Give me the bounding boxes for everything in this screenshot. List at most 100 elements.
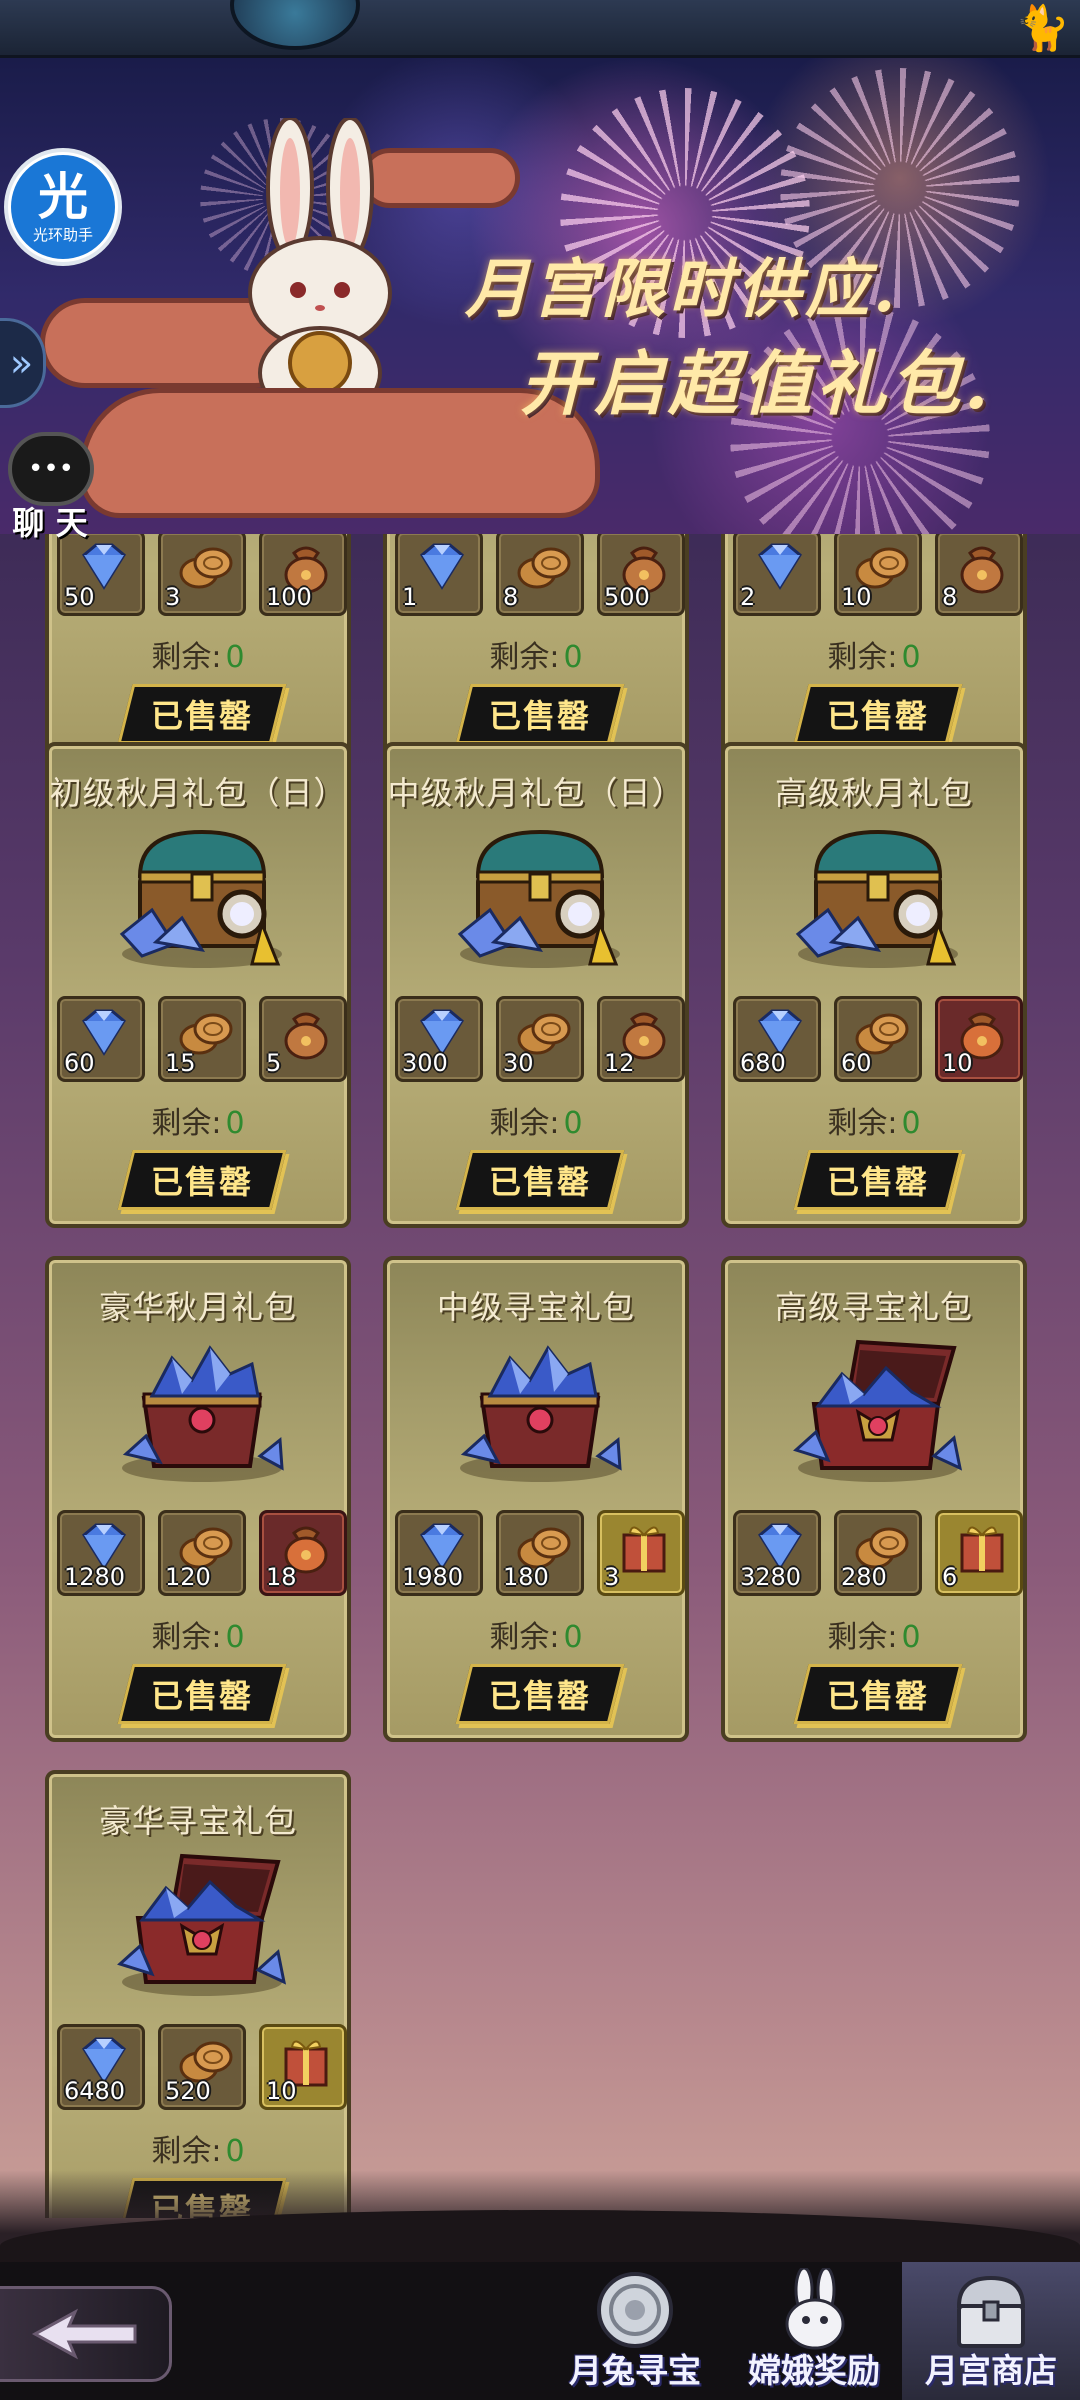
sold-out-button[interactable]: 已售罄 <box>117 1150 287 1210</box>
reward-item[interactable]: 1 <box>395 534 483 616</box>
top-medallion-icon <box>230 0 360 50</box>
moon-medallion-icon <box>595 2268 675 2354</box>
chevron-right-icon: » <box>9 341 34 385</box>
sold-out-button[interactable]: 已售罄 <box>117 1664 287 1724</box>
remaining-value: 0 <box>901 1106 921 1141</box>
gift-pack-card[interactable]: 1 8 500 剩余: 0 已售罄 <box>383 534 689 762</box>
remaining-label: 剩余: <box>151 2134 222 2169</box>
reward-item[interactable]: 3 <box>597 1510 685 1596</box>
reward-count: 180 <box>503 1563 549 1591</box>
reward-count: 10 <box>841 583 872 611</box>
reward-item[interactable]: 3 <box>158 534 246 616</box>
shop-grid[interactable]: 50 3 100 剩余: 0 已售罄 1 8 500 剩余: 0 已售罄 2 10 8 剩余: 0 已售罄 初级秋月… <box>0 534 1080 2218</box>
reward-item[interactable]: 280 <box>834 1510 922 1596</box>
sold-out-label: 已售罄 <box>488 697 591 735</box>
reward-count: 500 <box>604 583 650 611</box>
reward-item[interactable]: 100 <box>259 534 347 616</box>
gift-pack-title: 中级寻宝礼包 <box>436 1288 635 1326</box>
reward-item[interactable]: 500 <box>597 534 685 616</box>
closed-chest-icon <box>788 814 968 974</box>
reward-item[interactable]: 8 <box>935 534 1023 616</box>
sold-out-button[interactable]: 已售罄 <box>793 1150 963 1210</box>
reward-item[interactable]: 520 <box>158 2024 246 2110</box>
top-frame: 🐈 <box>0 0 1080 58</box>
reward-item[interactable]: 12 <box>597 996 685 1082</box>
reward-item[interactable]: 50 <box>57 534 145 616</box>
nav-tab[interactable]: 月宫商店 <box>902 2262 1080 2400</box>
reward-item[interactable]: 15 <box>158 996 246 1082</box>
gift-pack-title: 中级秋月礼包（日） <box>387 774 685 812</box>
reward-item[interactable]: 60 <box>57 996 145 1082</box>
closed-chest-icon <box>450 814 630 974</box>
gift-pack-card[interactable]: 豪华寻宝礼包648052010剩余:0已售罄 <box>45 1770 351 2218</box>
reward-item[interactable]: 300 <box>395 996 483 1082</box>
remaining-label: 剩余: <box>151 1620 222 1655</box>
reward-count: 30 <box>503 1049 534 1077</box>
reward-item[interactable]: 6480 <box>57 2024 145 2110</box>
reward-count: 3 <box>604 1563 620 1591</box>
gift-pack-card[interactable]: 2 10 8 剩余: 0 已售罄 <box>721 534 1027 762</box>
chat-button[interactable]: ••• 聊 天 <box>4 432 96 542</box>
chest-icon <box>951 2268 1031 2354</box>
gift-pack-card[interactable]: 50 3 100 剩余: 0 已售罄 <box>45 534 351 762</box>
rabbit-icon <box>774 2266 854 2354</box>
reward-item[interactable]: 5 <box>259 996 347 1082</box>
gift-pack-card[interactable]: 中级秋月礼包（日） 300 30 12 剩余: 0 已售罄 <box>383 742 689 1228</box>
gift-pack-card[interactable]: 豪华秋月礼包 1280 120 18 剩余: 0 已售罄 <box>45 1256 351 1742</box>
remaining-value: 0 <box>901 640 921 675</box>
sold-out-label: 已售罄 <box>826 697 929 735</box>
closed-chest-icon <box>112 814 292 974</box>
reward-item[interactable]: 10 <box>834 534 922 616</box>
reward-item[interactable]: 10 <box>935 996 1023 1082</box>
gift-pack-title: 豪华秋月礼包 <box>98 1288 297 1326</box>
reward-items: 2 10 8 <box>733 534 1023 616</box>
reward-count: 8 <box>503 583 519 611</box>
reward-item[interactable]: 1980 <box>395 1510 483 1596</box>
reward-item[interactable]: 6 <box>935 1510 1023 1596</box>
reward-count: 10 <box>942 1049 973 1077</box>
remaining-value: 0 <box>225 640 245 675</box>
reward-item[interactable]: 1280 <box>57 1510 145 1596</box>
sold-out-label: 已售罄 <box>150 1163 253 1201</box>
gift-pack-title: 豪华寻宝礼包 <box>98 1802 297 1840</box>
event-banner: 月宫限时供应. 开启超值礼包. <box>0 58 1080 534</box>
gift-pack-card[interactable]: 高级寻宝礼包 3280 280 6 剩余: 0 已售罄 <box>721 1256 1027 1742</box>
reward-item[interactable]: 680 <box>733 996 821 1082</box>
bag-icon <box>276 1005 336 1061</box>
back-button[interactable] <box>0 2286 172 2382</box>
remaining-value: 0 <box>225 2134 245 2169</box>
rabbit-mascot-icon <box>248 118 392 418</box>
remaining-stock: 剩余: 0 <box>387 1612 685 1656</box>
assistant-button[interactable]: 光 光环助手 <box>4 148 122 266</box>
reward-item[interactable]: 10 <box>259 2024 347 2110</box>
gift-pack-card[interactable]: 中级寻宝礼包 1980 180 3 剩余: 0 已售罄 <box>383 1256 689 1742</box>
reward-item[interactable]: 180 <box>496 1510 584 1596</box>
remaining-stock: 剩余: 0 <box>49 632 347 676</box>
sold-out-button[interactable]: 已售罄 <box>117 684 287 744</box>
sold-out-button[interactable]: 已售罄 <box>793 684 963 744</box>
reward-item[interactable]: 18 <box>259 1510 347 1596</box>
reward-item[interactable]: 3280 <box>733 1510 821 1596</box>
open-chest-icon <box>112 1842 292 2002</box>
remaining-stock: 剩余: 0 <box>49 1098 347 1142</box>
reward-item[interactable]: 60 <box>834 996 922 1082</box>
sold-out-button[interactable]: 已售罄 <box>793 1664 963 1724</box>
gift-pack-card[interactable]: 高级秋月礼包 680 60 10 剩余: 0 已售罄 <box>721 742 1027 1228</box>
gift-pack-title: 高级秋月礼包 <box>774 774 973 812</box>
reward-item[interactable]: 2 <box>733 534 821 616</box>
remaining-label: 剩余: <box>827 1106 898 1141</box>
sold-out-button[interactable]: 已售罄 <box>455 1150 625 1210</box>
reward-item[interactable]: 30 <box>496 996 584 1082</box>
reward-item[interactable]: 8 <box>496 534 584 616</box>
reward-count: 50 <box>64 583 95 611</box>
nav-tab[interactable]: 嫦娥奖励 <box>725 2262 903 2400</box>
coin-icon <box>513 539 573 595</box>
reward-item[interactable]: 120 <box>158 1510 246 1596</box>
banner-subtitle: 开启超值礼包. <box>520 342 993 425</box>
sold-out-button[interactable]: 已售罄 <box>455 684 625 744</box>
sold-out-button[interactable]: 已售罄 <box>455 1664 625 1724</box>
remaining-stock: 剩余: 0 <box>49 2126 347 2170</box>
gem-chest-icon <box>112 1328 292 1488</box>
gift-pack-card[interactable]: 初级秋月礼包（日） 60 15 5 剩余: 0 已售罄 <box>45 742 351 1228</box>
nav-tab[interactable]: 月兔寻宝 <box>546 2262 724 2400</box>
